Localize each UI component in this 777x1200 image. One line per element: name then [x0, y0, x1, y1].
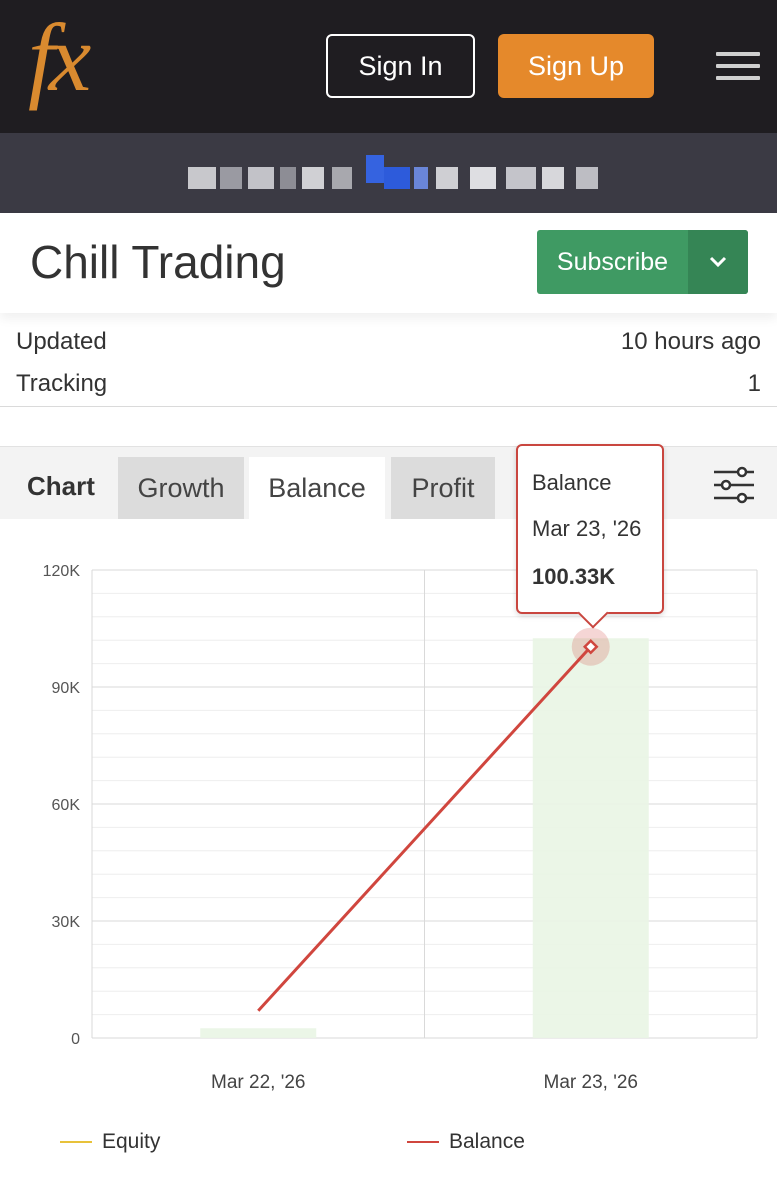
- legend-item-balance[interactable]: Balance: [407, 1130, 525, 1154]
- chevron-down-icon[interactable]: [688, 230, 748, 294]
- subscribe-button[interactable]: Subscribe: [537, 230, 748, 294]
- legend-swatch-balance: [407, 1141, 439, 1143]
- x-tick-label: Mar 22, '26: [211, 1072, 305, 1093]
- y-tick-label: 0: [71, 1031, 80, 1048]
- y-tick-label: 60K: [52, 797, 81, 814]
- sign-up-button[interactable]: Sign Up: [498, 34, 654, 98]
- chart-settings-icon[interactable]: [712, 465, 756, 505]
- info-value: 1: [747, 370, 761, 397]
- page-title: Chill Trading: [30, 236, 286, 288]
- fx-logo[interactable]: fx: [28, 10, 91, 106]
- legend-item-equity[interactable]: Equity: [60, 1130, 160, 1154]
- tab-balance[interactable]: Balance: [249, 457, 385, 519]
- tooltip-series: Balance: [532, 470, 612, 495]
- y-tick-label: 120K: [43, 563, 81, 580]
- subscribe-label[interactable]: Subscribe: [537, 230, 688, 294]
- x-tick-label: Mar 23, '26: [544, 1072, 638, 1093]
- legend-label-equity: Equity: [102, 1130, 161, 1153]
- chart-section-label: Chart: [27, 471, 95, 501]
- tooltip-value: 100.33K: [532, 564, 616, 589]
- legend-label-balance: Balance: [449, 1130, 525, 1153]
- legend-swatch-equity: [60, 1141, 92, 1143]
- info-row-tracking: Tracking 1: [16, 370, 761, 398]
- balance-chart[interactable]: 0 30K 60K 90K 120K Mar 22, '26 Mar 23, '26: [0, 518, 777, 1200]
- info-row-updated: Updated 10 hours ago: [16, 328, 761, 356]
- system-info: Updated 10 hours ago Tracking 1: [0, 320, 777, 407]
- tab-profit[interactable]: Profit: [391, 457, 495, 519]
- equity-column: [532, 638, 649, 1038]
- hamburger-menu-icon[interactable]: [716, 52, 760, 80]
- y-tick-label: 30K: [52, 914, 81, 931]
- system-title-bar: Chill Trading Subscribe: [0, 213, 777, 313]
- tab-growth[interactable]: Growth: [118, 457, 244, 519]
- info-label: Updated: [16, 328, 107, 355]
- redacted-banner: [0, 133, 777, 213]
- top-navbar: fx Sign In Sign Up: [0, 0, 777, 133]
- y-tick-label: 90K: [52, 680, 81, 697]
- chart-tooltip: Balance Mar 23, '26 100.33K: [516, 444, 664, 629]
- equity-column: [200, 1028, 317, 1038]
- info-value: 10 hours ago: [620, 328, 761, 355]
- sign-in-button[interactable]: Sign In: [326, 34, 475, 98]
- tooltip-date: Mar 23, '26: [532, 516, 642, 541]
- chart-canvas: 0 30K 60K 90K 120K Mar 22, '26 Mar 23, '26: [43, 563, 758, 1093]
- info-label: Tracking: [16, 370, 108, 397]
